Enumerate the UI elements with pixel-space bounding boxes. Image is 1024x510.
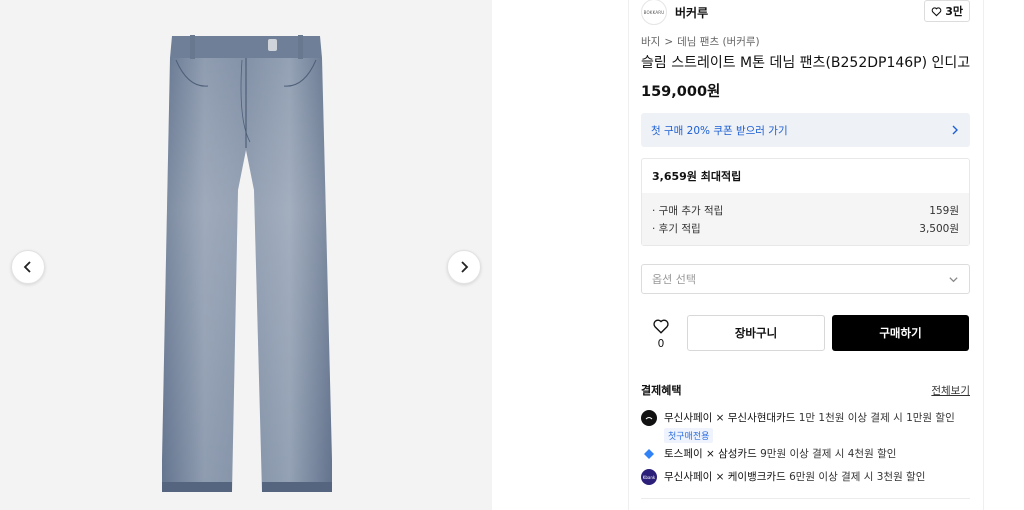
payment-benefits-title: 결제혜택 xyxy=(641,384,682,397)
chevron-right-icon xyxy=(952,125,958,135)
points-line-label: · 구매 추가 적립 xyxy=(652,204,724,217)
points-line: · 후기 적립 3,500원 xyxy=(652,219,959,237)
purchase-actions: 0 장바구니 구매하기 xyxy=(641,314,970,352)
benefit-item: Kbank 무신사페이 × 케이뱅크카드 6만원 이상 결제 시 3천원 할인 xyxy=(641,469,970,485)
brand-like-button[interactable]: 3만 xyxy=(924,0,970,22)
brand-name[interactable]: 버커루 xyxy=(675,4,708,21)
view-all-benefits-link[interactable]: 전체보기 xyxy=(931,383,970,398)
first-purchase-coupon-banner[interactable]: 첫 구매 20% 쿠폰 받으러 가기 xyxy=(641,113,970,147)
product-price: 159,000원 xyxy=(641,84,721,100)
points-line-label: · 후기 적립 xyxy=(652,222,701,235)
points-line: · 구매 추가 적립 159원 xyxy=(652,201,959,219)
product-info-panel: BOKKARU 버커루 3만 바지 > 데님 팬츠 (버커루) 슬림 스트레이트… xyxy=(628,0,984,510)
chevron-right-icon xyxy=(461,261,469,273)
points-line-value: 159원 xyxy=(929,204,959,217)
gallery-prev-button[interactable] xyxy=(11,250,45,284)
benefit-item: 무신사페이 × 무신사현대카드 1만 1천원 이상 결제 시 1만원 할인 첫구… xyxy=(641,410,970,443)
wishlist-count: 0 xyxy=(657,337,665,350)
product-gallery xyxy=(0,0,492,510)
breadcrumb-subcategory[interactable]: 데님 팬츠 (버커루) xyxy=(677,34,760,49)
section-divider xyxy=(641,498,970,499)
kbank-icon: Kbank xyxy=(641,469,657,485)
product-image xyxy=(162,35,332,492)
benefit-item: 토스페이 × 삼성카드 9만원 이상 결제 시 4천원 할인 xyxy=(641,446,970,462)
musinsa-card-icon xyxy=(641,410,657,426)
breadcrumb-separator: > xyxy=(664,35,674,48)
max-points-label: 3,659원 최대적립 xyxy=(652,170,742,183)
add-to-cart-button[interactable]: 장바구니 xyxy=(687,315,825,351)
benefit-partner: 무신사페이 × 케이뱅크카드 xyxy=(664,471,786,483)
benefit-partner: 무신사페이 × 무신사현대카드 xyxy=(664,412,796,424)
points-detail: · 구매 추가 적립 159원 · 후기 적립 3,500원 xyxy=(642,193,969,245)
benefit-description: 9만원 이상 결제 시 4천원 할인 xyxy=(756,448,897,460)
breadcrumb-category[interactable]: 바지 xyxy=(641,34,660,49)
benefit-partner: 토스페이 × 삼성카드 xyxy=(664,448,757,460)
product-title: 슬림 스트레이트 M톤 데님 팬츠(B252DP146P) 인디고 xyxy=(641,55,971,71)
wishlist-button[interactable]: 0 xyxy=(641,317,681,350)
chevron-left-icon xyxy=(23,261,31,273)
buy-now-button[interactable]: 구매하기 xyxy=(832,315,969,351)
brand-logo[interactable]: BOKKARU xyxy=(641,0,667,25)
benefit-description: 1만 1천원 이상 결제 시 1만원 할인 xyxy=(795,412,955,424)
points-line-value: 3,500원 xyxy=(919,222,959,235)
heart-icon xyxy=(653,318,669,334)
payment-benefits-header: 결제혜택 전체보기 xyxy=(641,382,970,398)
chevron-down-icon xyxy=(949,276,958,282)
breadcrumb: 바지 > 데님 팬츠 (버커루) xyxy=(641,34,970,49)
first-purchase-badge: 첫구매전용 xyxy=(664,428,714,443)
points-box: 3,659원 최대적립 · 구매 추가 적립 159원 · 후기 적립 3,50… xyxy=(641,158,970,246)
gallery-next-button[interactable] xyxy=(447,250,481,284)
benefit-description: 6만원 이상 결제 시 3천원 할인 xyxy=(785,471,926,483)
coupon-text: 첫 구매 20% 쿠폰 받으러 가기 xyxy=(651,124,788,137)
option-select[interactable]: 옵션 선택 xyxy=(641,264,970,294)
heart-icon xyxy=(931,6,942,16)
brand-row: BOKKARU 버커루 3만 xyxy=(641,0,970,25)
toss-pay-icon xyxy=(641,446,657,462)
brand-like-count: 3만 xyxy=(945,5,963,18)
option-select-placeholder: 옵션 선택 xyxy=(652,273,696,286)
